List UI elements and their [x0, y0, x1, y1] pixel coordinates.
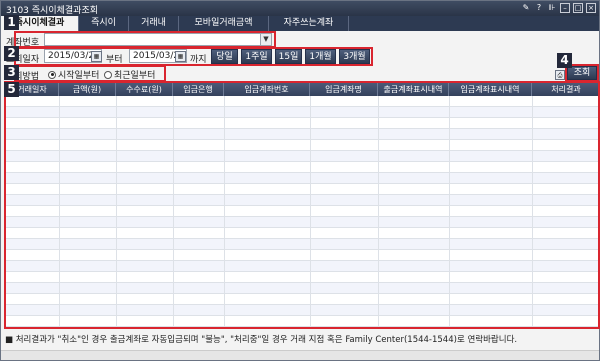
menu-icon[interactable]: ⊪	[547, 3, 557, 13]
marker-5: 5	[4, 82, 19, 97]
tab-favorite-accounts[interactable]: 자주쓰는계좌	[269, 16, 349, 31]
tab-bar: 즉시이체결과 즉시이체 거래내역 모바일거래금액 자주쓰는계좌	[1, 16, 599, 43]
close-icon[interactable]: ×	[586, 3, 596, 13]
callout-box-3	[14, 65, 166, 82]
pin-icon[interactable]: ✎	[521, 3, 531, 13]
maximize-icon[interactable]: □	[573, 3, 583, 13]
tab-instant-transfer[interactable]: 즉시이체	[79, 16, 129, 43]
tab-transaction-history[interactable]: 거래내역	[129, 16, 179, 43]
title-bar: 3103 즉시이체결과조회 ✎ ? ⊪ – □ ×	[1, 1, 599, 16]
notice-text: ■ 처리결과가 "취소"인 경우 출금계좌로 자동입금되며 "불능", "처리중…	[5, 335, 518, 345]
marker-4: 4	[557, 53, 572, 68]
marker-2: 2	[4, 46, 19, 61]
print-icon[interactable]: ⎙	[555, 70, 565, 80]
marker-1: 1	[4, 15, 19, 30]
window-title: 3103 즉시이체결과조회	[6, 6, 99, 16]
callout-box-2	[14, 47, 373, 66]
tab-mobile-amount[interactable]: 모바일거래금액	[179, 16, 269, 31]
help-icon[interactable]: ?	[534, 3, 544, 13]
window-controls: ✎ ? ⊪ – □ ×	[521, 3, 596, 13]
status-bar	[1, 350, 599, 360]
callout-box-5	[4, 81, 600, 329]
marker-3: 3	[4, 65, 19, 80]
app-window: 3103 즉시이체결과조회 ✎ ? ⊪ – □ × 즉시이체결과 즉시이체 거래…	[0, 0, 600, 361]
minimize-icon[interactable]: –	[560, 3, 570, 13]
callout-box-1	[14, 31, 276, 48]
